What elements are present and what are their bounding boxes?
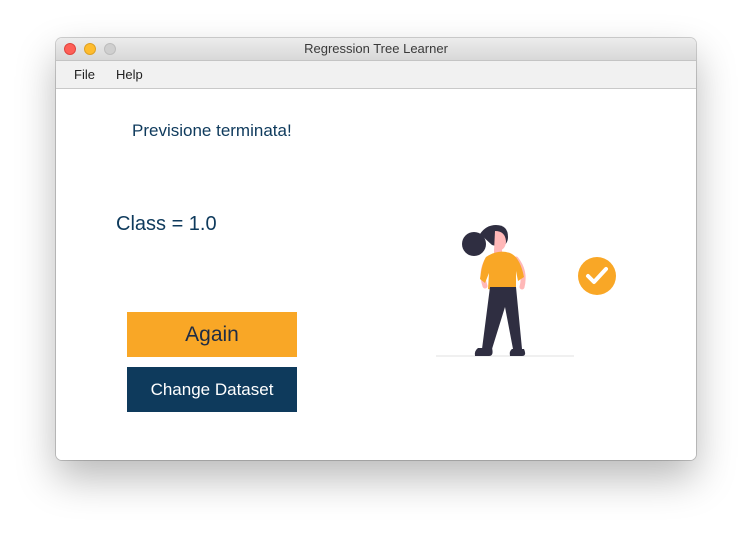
prediction-result: Class = 1.0: [116, 213, 217, 235]
menu-file[interactable]: File: [74, 67, 95, 82]
check-circle-icon: [578, 257, 616, 295]
title-bar: Regression Tree Learner: [56, 38, 696, 61]
again-button[interactable]: Again: [127, 312, 297, 357]
menu-help[interactable]: Help: [116, 67, 143, 82]
woman-checkmark-illustration: [436, 225, 616, 357]
main-content: Previsione terminata! Class = 1.0 Again …: [56, 89, 696, 460]
status-message: Previsione terminata!: [132, 121, 292, 140]
change-dataset-button[interactable]: Change Dataset: [127, 367, 297, 412]
window-title: Regression Tree Learner: [304, 41, 448, 56]
app-window: Regression Tree Learner File Help Previs…: [56, 38, 696, 460]
menu-bar: File Help: [56, 61, 696, 89]
